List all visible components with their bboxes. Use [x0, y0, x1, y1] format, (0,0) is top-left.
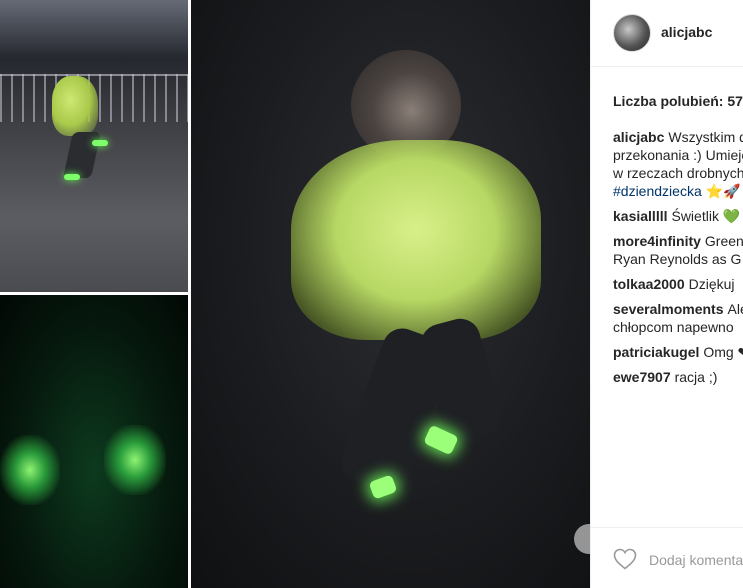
comment-item: patriciakugelOmg ❤	[613, 343, 743, 361]
caption-emoji: ⭐🚀	[705, 183, 741, 199]
caption: alicjabc Wszystkim d przekonania :) Umiej…	[613, 128, 743, 200]
avatar[interactable]	[613, 14, 651, 52]
glowing-lace	[104, 425, 166, 495]
comment-text: Omg ❤	[703, 344, 743, 360]
child-legs	[63, 132, 101, 178]
comment-author[interactable]: patriciakugel	[613, 344, 699, 360]
glowing-lace	[0, 435, 60, 505]
post-side-panel: alicjabc Liczba polubień: 57 alicjabc Wsz…	[590, 0, 743, 588]
post-photo-collage[interactable]	[0, 0, 590, 588]
heart-outline-icon[interactable]	[613, 548, 637, 570]
comment-item: kasialllll Świetlik 💚	[613, 207, 743, 225]
comment-author[interactable]: severalmoments	[613, 301, 724, 317]
post-header: alicjabc	[591, 0, 743, 67]
caption-line: w rzeczach drobnych	[613, 165, 743, 181]
photo-tile-running-child	[0, 0, 188, 292]
comment-author[interactable]: more4infinity	[613, 233, 701, 249]
caption-line: przekonania :) Umieję	[613, 147, 743, 163]
glowing-shoe	[92, 140, 108, 146]
comment-text: Świetlik 💚	[671, 208, 741, 224]
add-comment-input[interactable]: Dodaj komentarz...	[649, 552, 743, 568]
post-footer: Dodaj komentarz...	[591, 527, 743, 588]
comment-item: severalmomentsAle chłopcom napewno	[613, 300, 743, 336]
caption-line: Wszystkim d	[668, 129, 743, 145]
comment-item: more4infinity Green Ryan Reynolds as G	[613, 232, 743, 268]
comments-list: alicjabc Wszystkim d przekonania :) Umiej…	[613, 128, 743, 393]
comment-text: Ryan Reynolds as G	[613, 251, 742, 267]
comment-text: racja ;)	[674, 369, 718, 385]
collage-divider	[188, 0, 191, 588]
hashtag-link[interactable]: #dziendziecka	[613, 183, 702, 199]
photo-tile-glowing-laces	[0, 295, 188, 588]
username-link[interactable]: alicjabc	[661, 24, 712, 40]
comment-author[interactable]: ewe7907	[613, 369, 671, 385]
comment-text: Ale	[727, 301, 743, 317]
comment-author[interactable]: kasialllll	[613, 208, 667, 224]
photo-tile-child-closeup	[191, 0, 590, 588]
child-jacket	[291, 140, 541, 340]
comment-text: Green	[704, 233, 743, 249]
comment-author[interactable]: tolkaa2000	[613, 276, 685, 292]
likes-count[interactable]: Liczba polubień: 57	[613, 93, 743, 109]
comment-item: ewe7907 racja ;)	[613, 368, 743, 386]
caption-author[interactable]: alicjabc	[613, 129, 664, 145]
child-figure	[52, 76, 98, 136]
comment-text: chłopcom napewno	[613, 319, 734, 335]
comment-text: Dziękuj	[688, 276, 735, 292]
glowing-shoe	[64, 174, 80, 180]
comment-item: tolkaa2000 Dziękuj	[613, 275, 743, 293]
collage-divider	[0, 292, 188, 295]
